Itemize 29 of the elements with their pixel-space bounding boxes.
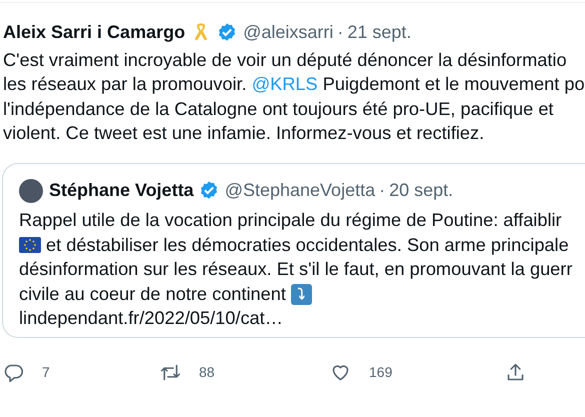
tweet-text-line: l'indépendance de la Catalogne ont toujours été pro-UE, pacifique et xyxy=(3,98,554,121)
quoted-tweet-card[interactable] xyxy=(2,163,585,338)
author-name[interactable]: Aleix Sarri i Camargo xyxy=(3,19,186,46)
share-button[interactable] xyxy=(505,362,526,384)
user-handle[interactable]: @StephaneVojetta xyxy=(224,177,376,204)
reply-count: 7 xyxy=(42,363,50,382)
like-count: 169 xyxy=(369,363,392,382)
avatar[interactable] xyxy=(19,178,43,203)
author-name[interactable]: Stéphane Vojetta xyxy=(49,177,194,204)
tweet-text: civile au coeur de notre continent xyxy=(19,282,287,306)
tweet-text-line: lindependant.fr/2022/05/10/cat… xyxy=(19,307,284,330)
tweet-text-line: violent. Ce tweet est une infamie. Informez-vous et rectifiez. xyxy=(3,122,486,146)
tweet-text: les réseaux par la promouvoir. xyxy=(3,73,248,96)
tweet-text-line: C'est vraiment incroyable de voir un député dénoncer la désinformatio xyxy=(3,48,568,72)
separator-dot: · xyxy=(337,21,344,44)
separator-dot: · xyxy=(379,179,386,202)
arrow-emoji: ⤵ xyxy=(290,284,312,305)
tweet-text: et déstabiliser les démocraties occidentales. Son arme principale xyxy=(45,234,569,257)
share-icon xyxy=(505,362,526,384)
tweet-date[interactable]: 21 sept. xyxy=(347,19,412,46)
user-handle[interactable]: @aleixsarri xyxy=(243,19,334,46)
reply-button[interactable] xyxy=(3,362,24,384)
tweet-date[interactable]: 20 sept. xyxy=(389,177,454,204)
flag-icon xyxy=(19,237,41,254)
reply-icon xyxy=(3,362,24,384)
tweet-text-line: désinformation sur les réseaux. Et s'il le faut, en promouvant la guerr xyxy=(19,258,574,282)
tweet-text-line: Rappel utile de la vocation principale du régime de Poutine: affaiblir xyxy=(19,209,563,232)
tweet-text: Puigdemont et le mouvement po xyxy=(322,73,585,96)
retweet-count: 88 xyxy=(199,363,215,382)
